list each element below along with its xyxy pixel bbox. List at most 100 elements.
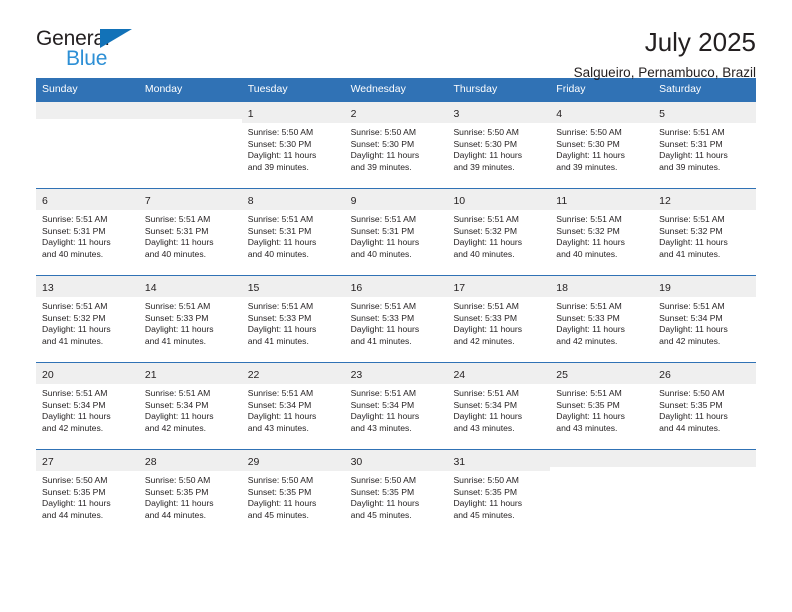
- weekday-header-tuesday: Tuesday: [247, 83, 288, 95]
- sunrise-time: Sunrise: 5:51 AM: [556, 301, 622, 311]
- daylight-duration: Daylight: 11 hours: [453, 237, 523, 248]
- calendar-week-row: 20 Sunrise: 5:51 AM Sunset: 5:34 PM Dayligh…: [36, 362, 757, 449]
- day-number: 3: [453, 108, 460, 120]
- calendar-day-cell[interactable]: 28 Sunrise: 5:50 AM Sunset: 5:35 PM Dayligh…: [138, 450, 242, 536]
- weekday-header-thursday: Thursday: [453, 83, 498, 95]
- sunset-time: Sunset: 5:32 PM: [453, 225, 517, 236]
- calendar-day-cell[interactable]: 17 Sunrise: 5:51 AM Sunset: 5:33 PM Dayligh…: [447, 276, 551, 362]
- weekday-header-sunday: Sunday: [42, 83, 78, 95]
- calendar-day-cell[interactable]: 24 Sunrise: 5:51 AM Sunset: 5:34 PM Dayligh…: [447, 363, 551, 449]
- calendar-day-cell-empty: [138, 102, 242, 188]
- calendar-day-cell[interactable]: 13 Sunrise: 5:51 AM Sunset: 5:32 PM Dayligh…: [36, 276, 139, 362]
- day-number: 17: [453, 282, 466, 294]
- day-details: Sunrise: 5:51 AM Sunset: 5:33 PM Daylight:…: [139, 297, 242, 351]
- day-details: Sunrise: 5:51 AM Sunset: 5:34 PM Daylight:…: [653, 297, 756, 351]
- calendar-week-row: 6 Sunrise: 5:51 AM Sunset: 5:31 PM Daylight…: [36, 188, 757, 275]
- day-number: 31: [453, 456, 466, 468]
- general-blue-logo[interactable]: General Blue: [36, 27, 156, 75]
- day-number-band: 30: [344, 450, 448, 471]
- calendar-day-cell[interactable]: 27 Sunrise: 5:50 AM Sunset: 5:35 PM Dayligh…: [36, 450, 139, 536]
- day-number: 26: [659, 369, 671, 381]
- daylight-duration-cont: and 40 minutes.: [350, 248, 412, 259]
- calendar-day-cell[interactable]: 11 Sunrise: 5:51 AM Sunset: 5:32 PM Dayligh…: [550, 189, 654, 275]
- day-details: [653, 467, 756, 475]
- sunset-time: Sunset: 5:34 PM: [350, 399, 415, 410]
- daylight-duration: Daylight: 11 hours: [42, 237, 111, 248]
- calendar-day-cell[interactable]: 21 Sunrise: 5:51 AM Sunset: 5:34 PM Dayligh…: [138, 363, 242, 449]
- sunrise-time: Sunrise: 5:51 AM: [42, 388, 108, 398]
- calendar-day-cell[interactable]: 10 Sunrise: 5:51 AM Sunset: 5:32 PM Dayligh…: [447, 189, 551, 275]
- calendar-day-cell[interactable]: 19 Sunrise: 5:51 AM Sunset: 5:34 PM Dayligh…: [653, 276, 757, 362]
- day-number-band: 10: [447, 189, 551, 210]
- day-number: 28: [144, 456, 157, 468]
- sunrise-time: Sunrise: 5:51 AM: [42, 301, 108, 311]
- calendar-day-cell[interactable]: 30 Sunrise: 5:50 AM Sunset: 5:35 PM Dayligh…: [344, 450, 448, 536]
- calendar-day-cell[interactable]: 14 Sunrise: 5:51 AM Sunset: 5:33 PM Dayligh…: [138, 276, 242, 362]
- calendar-day-cell[interactable]: 12 Sunrise: 5:51 AM Sunset: 5:32 PM Dayligh…: [653, 189, 757, 275]
- day-details: Sunrise: 5:51 AM Sunset: 5:34 PM Daylight:…: [139, 384, 242, 438]
- calendar-day-cell[interactable]: 2 Sunrise: 5:50 AM Sunset: 5:30 PM Daylight…: [344, 102, 448, 188]
- daylight-duration: Daylight: 11 hours: [42, 324, 111, 335]
- daylight-duration: Daylight: 11 hours: [350, 237, 420, 248]
- sunrise-time: Sunrise: 5:50 AM: [453, 127, 519, 137]
- day-number-band: 31: [447, 450, 551, 471]
- calendar-day-cell[interactable]: 7 Sunrise: 5:51 AM Sunset: 5:31 PM Daylight…: [138, 189, 242, 275]
- sunset-time: Sunset: 5:35 PM: [556, 399, 620, 410]
- day-number-band: 12: [653, 189, 757, 210]
- calendar-day-cell[interactable]: 15 Sunrise: 5:51 AM Sunset: 5:33 PM Dayligh…: [241, 276, 345, 362]
- sunset-time: Sunset: 5:33 PM: [144, 312, 209, 323]
- calendar-day-cell[interactable]: 31 Sunrise: 5:50 AM Sunset: 5:35 PM Dayligh…: [447, 450, 551, 536]
- calendar-week-row: 13 Sunrise: 5:51 AM Sunset: 5:32 PM Dayligh…: [36, 275, 757, 362]
- calendar-day-cell[interactable]: 26 Sunrise: 5:50 AM Sunset: 5:35 PM Dayligh…: [653, 363, 757, 449]
- day-number-band: 9: [344, 189, 448, 210]
- day-details: Sunrise: 5:51 AM Sunset: 5:33 PM Daylight:…: [550, 297, 653, 351]
- daylight-duration-cont: and 39 minutes.: [247, 161, 309, 172]
- title-block: July 2025 Salgueiro, Pernambuco, Brazil: [156, 27, 756, 83]
- calendar-day-cell[interactable]: 16 Sunrise: 5:51 AM Sunset: 5:33 PM Dayligh…: [344, 276, 448, 362]
- calendar-day-cell[interactable]: 29 Sunrise: 5:50 AM Sunset: 5:35 PM Dayligh…: [241, 450, 345, 536]
- calendar-day-cell[interactable]: 25 Sunrise: 5:51 AM Sunset: 5:35 PM Dayligh…: [550, 363, 654, 449]
- daylight-duration: Daylight: 11 hours: [659, 411, 728, 422]
- daylight-duration: Daylight: 11 hours: [453, 150, 523, 161]
- sunrise-time: Sunrise: 5:50 AM: [659, 388, 725, 398]
- daylight-duration: Daylight: 11 hours: [350, 324, 420, 335]
- calendar-day-cell[interactable]: 4 Sunrise: 5:50 AM Sunset: 5:30 PM Daylight…: [550, 102, 654, 188]
- day-number: 11: [556, 195, 568, 207]
- day-number: 2: [350, 108, 357, 120]
- calendar-day-cell[interactable]: 5 Sunrise: 5:51 AM Sunset: 5:31 PM Daylight…: [653, 102, 757, 188]
- daylight-duration: Daylight: 11 hours: [556, 150, 625, 161]
- day-number-band: [653, 450, 757, 467]
- day-details: Sunrise: 5:50 AM Sunset: 5:35 PM Daylight:…: [36, 471, 139, 525]
- sunset-time: Sunset: 5:35 PM: [659, 399, 723, 410]
- calendar-day-cell[interactable]: 6 Sunrise: 5:51 AM Sunset: 5:31 PM Daylight…: [36, 189, 139, 275]
- calendar-day-cell[interactable]: 20 Sunrise: 5:51 AM Sunset: 5:34 PM Dayligh…: [36, 363, 139, 449]
- sunset-time: Sunset: 5:31 PM: [350, 225, 415, 236]
- calendar-day-cell[interactable]: 22 Sunrise: 5:51 AM Sunset: 5:34 PM Dayligh…: [241, 363, 345, 449]
- day-number-band: 18: [550, 276, 654, 297]
- sunset-time: Sunset: 5:32 PM: [659, 225, 723, 236]
- weekday-header-wednesday: Wednesday: [350, 83, 406, 95]
- sunset-time: Sunset: 5:35 PM: [350, 486, 415, 497]
- sunrise-time: Sunrise: 5:50 AM: [247, 127, 314, 137]
- daylight-duration: Daylight: 11 hours: [144, 411, 214, 422]
- day-number: 29: [247, 456, 260, 468]
- sunset-time: Sunset: 5:33 PM: [556, 312, 620, 323]
- day-number: 9: [350, 195, 357, 207]
- daylight-duration: Daylight: 11 hours: [247, 150, 317, 161]
- calendar-day-cell[interactable]: 18 Sunrise: 5:51 AM Sunset: 5:33 PM Dayligh…: [550, 276, 654, 362]
- calendar-day-cell[interactable]: 23 Sunrise: 5:51 AM Sunset: 5:34 PM Dayligh…: [344, 363, 448, 449]
- daylight-duration-cont: and 40 minutes.: [144, 248, 207, 259]
- calendar-day-cell[interactable]: 1 Sunrise: 5:50 AM Sunset: 5:30 PM Daylight…: [241, 102, 345, 188]
- sunset-time: Sunset: 5:34 PM: [247, 399, 312, 410]
- day-number: 27: [42, 456, 54, 468]
- calendar-day-cell[interactable]: 3 Sunrise: 5:50 AM Sunset: 5:30 PM Daylight…: [447, 102, 551, 188]
- daylight-duration: Daylight: 11 hours: [556, 324, 625, 335]
- day-number: 16: [350, 282, 363, 294]
- day-details: Sunrise: 5:51 AM Sunset: 5:31 PM Daylight:…: [242, 210, 345, 264]
- calendar-day-cell[interactable]: 8 Sunrise: 5:51 AM Sunset: 5:31 PM Daylight…: [241, 189, 345, 275]
- daylight-duration: Daylight: 11 hours: [659, 150, 728, 161]
- calendar-day-cell[interactable]: 9 Sunrise: 5:51 AM Sunset: 5:31 PM Daylight…: [344, 189, 448, 275]
- day-number-band: 13: [36, 276, 139, 297]
- calendar-day-cell-empty: [653, 450, 757, 536]
- daylight-duration: Daylight: 11 hours: [247, 498, 317, 509]
